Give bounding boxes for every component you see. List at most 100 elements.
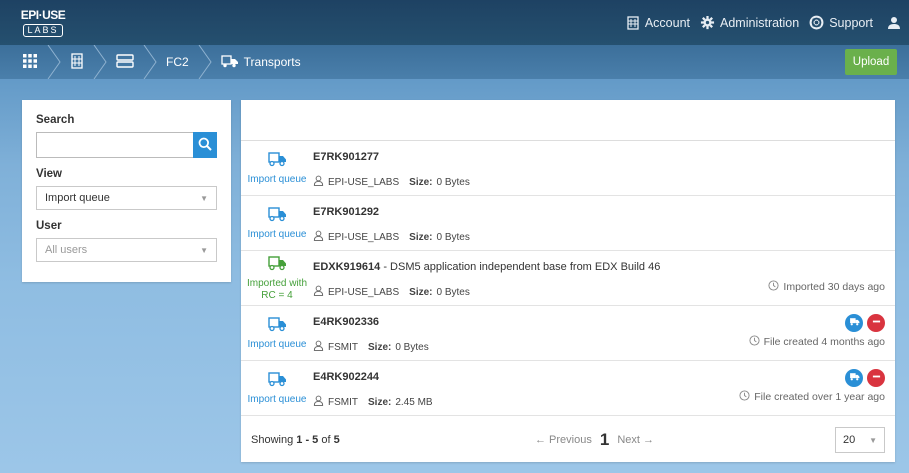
gear-icon (700, 15, 715, 30)
upload-button[interactable]: Upload (845, 49, 897, 75)
transport-details: E4RK902244 FSMIT Size: 2.45 MB (313, 361, 895, 415)
lifebuoy-icon (809, 15, 824, 30)
breadcrumb-separator (134, 45, 166, 79)
transport-title[interactable]: E7RK901292 (313, 206, 895, 218)
user-menu[interactable] (887, 16, 901, 30)
delete-button[interactable] (867, 369, 885, 387)
previous-page-link[interactable]: ← Previous (535, 434, 592, 446)
view-select[interactable]: Import queue ▼ (36, 186, 217, 210)
transport-owner: EPI-USE_LABS (328, 176, 400, 188)
breadcrumb-separator (84, 45, 116, 79)
showing-total: 5 (333, 434, 340, 446)
table-row[interactable]: Import queue E7RK901277 EPI-USE_LABS Siz… (241, 141, 895, 196)
logo-line2: LABS (23, 23, 63, 37)
showing-prefix: Showing (251, 434, 297, 446)
table-row[interactable]: Import queue E7RK901292 EPI-USE_LABS Siz… (241, 196, 895, 251)
search-input[interactable] (36, 132, 193, 158)
search-box (36, 132, 217, 158)
transport-size: 0 Bytes (436, 176, 470, 188)
chevron-down-icon: ▼ (200, 193, 208, 203)
status-label: Import queue (247, 338, 307, 350)
breadcrumb-organisation[interactable] (70, 45, 84, 79)
transport-note-text: Imported 30 days ago (783, 281, 885, 293)
transport-list-panel: Import queue E7RK901277 EPI-USE_LABS Siz… (241, 100, 895, 462)
filter-panel: Search View Import queue ▼ User All user… (22, 100, 231, 282)
chevron-down-icon: ▼ (200, 245, 208, 255)
truck-icon (221, 54, 239, 71)
transport-title[interactable]: E7RK901277 (313, 151, 895, 163)
truck-icon (267, 255, 287, 278)
transport-details: E4RK902336 FSMIT Size: 0 Bytes (313, 306, 895, 360)
user-select[interactable]: All users ▼ (36, 238, 217, 262)
status-label: Import queue (247, 173, 307, 185)
minus-icon (872, 317, 881, 329)
page-title: Transports (243, 55, 301, 69)
transport-size: 0 Bytes (436, 286, 470, 298)
current-page[interactable]: 1 (600, 430, 609, 450)
transport-title[interactable]: E4RK902244 (313, 371, 895, 383)
owner-icon (313, 340, 324, 354)
transport-id: E4RK902336 (313, 316, 380, 328)
row-actions (845, 369, 885, 387)
account-link[interactable]: Account (626, 16, 690, 30)
size-label: Size: (409, 286, 433, 298)
transport-title[interactable]: E4RK902336 (313, 316, 895, 328)
user-icon (887, 16, 901, 30)
breadcrumb-system-label: FC2 (166, 55, 189, 69)
truck-icon (849, 372, 860, 384)
breadcrumb-current: Transports (221, 45, 301, 79)
breadcrumb-landscape[interactable] (116, 45, 134, 79)
logo-line1: EPI·USE (20, 7, 66, 22)
table-row[interactable]: Import queue E4RK902244 FSMIT Size: 2.45… (241, 361, 895, 416)
support-link[interactable]: Support (809, 15, 873, 30)
user-label: User (36, 220, 62, 232)
transport-owner: EPI-USE_LABS (328, 231, 400, 243)
list-footer: Showing 1 - 5 of 5 ← Previous 1 Next → 2… (241, 416, 895, 464)
breadcrumb-apps[interactable] (22, 45, 38, 79)
search-label: Search (36, 114, 75, 126)
search-button[interactable] (193, 132, 217, 158)
import-button[interactable] (845, 369, 863, 387)
row-actions (845, 314, 885, 332)
transport-id: EDXK919614 (313, 261, 381, 273)
size-label: Size: (409, 176, 433, 188)
truck-icon (267, 316, 287, 339)
view-label: View (36, 168, 62, 180)
clock-icon (739, 390, 750, 404)
transport-id: E4RK902244 (313, 371, 380, 383)
import-button[interactable] (845, 314, 863, 332)
transport-id: E7RK901277 (313, 151, 380, 163)
showing-of: of (318, 434, 334, 446)
table-row[interactable]: Import queue E4RK902336 FSMIT Size: 0 By… (241, 306, 895, 361)
next-page-link[interactable]: Next → (617, 434, 654, 446)
per-page-select[interactable]: 20 ▼ (835, 427, 885, 453)
clock-icon (749, 335, 760, 349)
status-label: Imported with RC = 4 (246, 277, 308, 301)
minus-icon (872, 372, 881, 384)
transport-list: Import queue E7RK901277 EPI-USE_LABS Siz… (241, 141, 895, 416)
status-badge: Import queue (241, 361, 313, 415)
transport-meta: EPI-USE_LABS Size: 0 Bytes (313, 175, 895, 189)
truck-icon (849, 317, 860, 329)
transport-title[interactable]: EDXK919614 - DSM5 application independen… (313, 261, 895, 273)
status-badge: Imported with RC = 4 (241, 251, 313, 305)
breadcrumb-separator (189, 45, 221, 79)
epiuse-labs-logo[interactable]: EPI·USE LABS (20, 7, 66, 38)
top-bar: EPI·USE LABS Account Administration Supp… (0, 0, 909, 45)
chevron-down-icon: ▼ (869, 435, 877, 445)
transport-owner: FSMIT (328, 341, 358, 353)
building-icon (70, 52, 84, 72)
per-page-value: 20 (843, 434, 856, 446)
view-select-value: Import queue (45, 192, 110, 204)
transport-description: - DSM5 application independent base from… (380, 261, 661, 273)
transport-note-text: File created 4 months ago (763, 336, 885, 348)
breadcrumb: FC2 Transports Upload (0, 45, 909, 79)
owner-icon (313, 285, 324, 299)
breadcrumb-system[interactable]: FC2 (166, 45, 189, 79)
delete-button[interactable] (867, 314, 885, 332)
truck-icon (267, 206, 287, 229)
table-row[interactable]: Imported with RC = 4 EDXK919614 - DSM5 a… (241, 251, 895, 306)
administration-link[interactable]: Administration (700, 15, 799, 30)
status-badge: Import queue (241, 196, 313, 250)
top-nav: Account Administration Support (626, 15, 901, 30)
